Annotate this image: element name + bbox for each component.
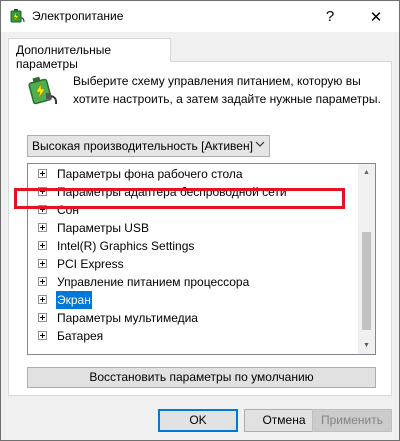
tree-item-label: Параметры фона рабочего стола (57, 167, 243, 181)
power-scheme-value: Высокая производительность [Активен] (32, 139, 253, 153)
tree-item-label: Параметры USB (57, 221, 149, 235)
expand-plus-icon[interactable] (38, 313, 47, 322)
expand-plus-icon[interactable] (38, 331, 47, 340)
expand-plus-icon[interactable] (38, 223, 47, 232)
expand-plus-icon[interactable] (38, 259, 47, 268)
ok-button[interactable]: OK (158, 409, 238, 432)
help-button[interactable]: ? (307, 1, 353, 32)
tab-advanced-settings[interactable]: Дополнительные параметры (8, 38, 171, 71)
battery-plug-icon (28, 76, 58, 105)
chevron-down-icon (255, 141, 265, 147)
window-title: Электропитание (32, 9, 124, 23)
tree-item[interactable]: Параметры мультимедиа (28, 309, 359, 327)
vertical-scrollbar[interactable]: ▲ ▼ (358, 164, 375, 354)
tree-item-label: PCI Express (57, 257, 124, 271)
apply-button[interactable]: Применить (312, 409, 392, 432)
tree-item[interactable]: Intel(R) Graphics Settings (28, 237, 359, 255)
tree-item-label: Параметры мультимедиа (57, 311, 198, 325)
settings-panel: Выберите схему управления питанием, кото… (8, 61, 392, 396)
close-button[interactable]: ✕ (353, 1, 399, 32)
expand-plus-icon[interactable] (38, 295, 47, 304)
tree-item[interactable]: Экран (28, 291, 359, 309)
expand-plus-icon[interactable] (38, 241, 47, 250)
tree-item[interactable]: Параметры фона рабочего стола (28, 165, 359, 183)
scroll-down-arrow-icon[interactable]: ▼ (358, 337, 375, 354)
tree-item[interactable]: Параметры USB (28, 219, 359, 237)
tree-item[interactable]: PCI Express (28, 255, 359, 273)
power-options-dialog: Электропитание ? ✕ Дополнительные параме… (0, 0, 400, 441)
scroll-up-arrow-icon[interactable]: ▲ (358, 164, 375, 181)
tree-item-label: Батарея (57, 329, 104, 343)
annotation-highlight-box (14, 188, 345, 209)
tree-item-label: Экран (56, 291, 92, 309)
tree-item-label: Intel(R) Graphics Settings (57, 239, 195, 253)
power-options-icon (10, 9, 25, 23)
power-scheme-dropdown[interactable]: Высокая производительность [Активен] (27, 135, 270, 157)
title-bar[interactable]: Электропитание ? ✕ (1, 1, 399, 32)
restore-defaults-button[interactable]: Восстановить параметры по умолчанию (27, 367, 376, 388)
scroll-thumb[interactable] (362, 232, 371, 330)
tree-item-label: Управление питанием процессора (57, 275, 250, 289)
tree-item[interactable]: Управление питанием процессора (28, 273, 359, 291)
description-text: Выберите схему управления питанием, кото… (73, 74, 381, 106)
expand-plus-icon[interactable] (38, 169, 47, 178)
tree-item[interactable]: Батарея (28, 327, 359, 345)
expand-plus-icon[interactable] (38, 277, 47, 286)
